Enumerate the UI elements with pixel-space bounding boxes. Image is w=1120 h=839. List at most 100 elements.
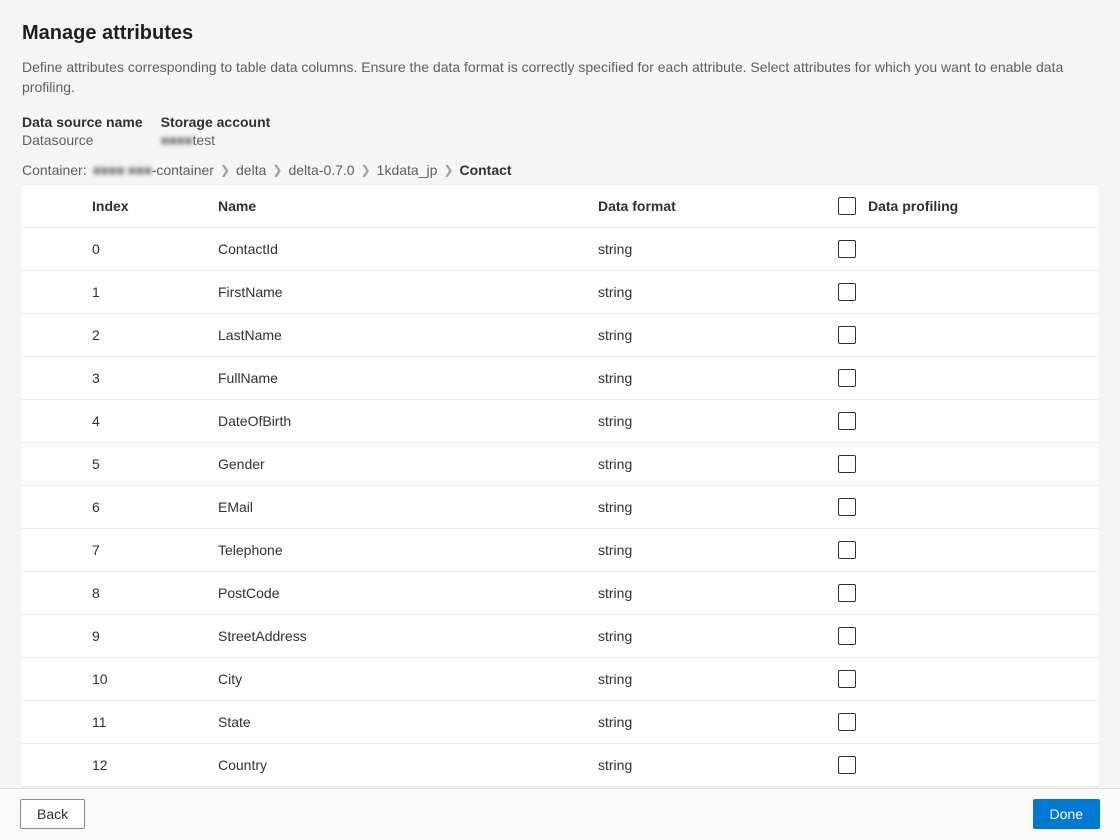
cell-index: 6 [34, 497, 214, 517]
cell-profiling [834, 625, 1086, 647]
table-row: 1FirstNamestring [22, 271, 1098, 314]
table-row: 3FullNamestring [22, 357, 1098, 400]
table-row: 8PostCodestring [22, 572, 1098, 615]
cell-profiling [834, 410, 1086, 432]
footer: Back Done [0, 788, 1120, 839]
breadcrumb-prefix: Container: [22, 162, 87, 178]
col-header-name: Name [214, 196, 594, 216]
table-row: 4DateOfBirthstring [22, 400, 1098, 443]
cell-profiling [834, 539, 1086, 561]
cell-index: 12 [34, 755, 214, 775]
datasource-name-value: Datasource [22, 132, 143, 148]
profiling-checkbox[interactable] [838, 756, 856, 774]
cell-format: string [594, 583, 834, 603]
cell-format: string [594, 325, 834, 345]
breadcrumb-dataset[interactable]: 1kdata_jp [377, 162, 438, 178]
cell-name: DateOfBirth [214, 411, 594, 431]
cell-index: 7 [34, 540, 214, 560]
cell-index: 8 [34, 583, 214, 603]
table-row: 12Countrystring [22, 744, 1098, 787]
cell-index: 9 [34, 626, 214, 646]
cell-format: string [594, 239, 834, 259]
cell-format: string [594, 540, 834, 560]
breadcrumb-container-redacted: ■■■■ ■■■ [93, 162, 152, 178]
cell-profiling [834, 668, 1086, 690]
profiling-checkbox[interactable] [838, 455, 856, 473]
cell-name: Telephone [214, 540, 594, 560]
cell-name: FirstName [214, 282, 594, 302]
select-all-checkbox[interactable] [838, 197, 856, 215]
table-row: 11Statestring [22, 701, 1098, 744]
cell-format: string [594, 282, 834, 302]
profiling-checkbox[interactable] [838, 240, 856, 258]
breadcrumb-container[interactable]: -container [152, 162, 214, 178]
cell-index: 10 [34, 669, 214, 689]
cell-format: string [594, 755, 834, 775]
cell-index: 11 [34, 712, 214, 732]
col-header-index: Index [34, 196, 214, 216]
storage-account-label: Storage account [161, 114, 271, 130]
datasource-name-label: Data source name [22, 114, 143, 130]
cell-index: 0 [34, 239, 214, 259]
cell-index: 3 [34, 368, 214, 388]
breadcrumb: Container: ■■■■ ■■■-container ❯ delta ❯ … [22, 162, 1098, 178]
cell-profiling [834, 238, 1086, 260]
chevron-right-icon: ❯ [361, 163, 371, 177]
profiling-checkbox[interactable] [838, 627, 856, 645]
storage-account-value: ■■■■test [161, 132, 271, 148]
profiling-checkbox[interactable] [838, 584, 856, 602]
back-button[interactable]: Back [20, 799, 85, 829]
cell-name: ContactId [214, 239, 594, 259]
cell-name: FullName [214, 368, 594, 388]
cell-format: string [594, 626, 834, 646]
cell-format: string [594, 411, 834, 431]
cell-name: PostCode [214, 583, 594, 603]
cell-index: 1 [34, 282, 214, 302]
profiling-checkbox[interactable] [838, 326, 856, 344]
col-header-profiling: Data profiling [834, 195, 1086, 217]
table-row: 5Genderstring [22, 443, 1098, 486]
chevron-right-icon: ❯ [220, 163, 230, 177]
cell-profiling [834, 453, 1086, 475]
col-header-format: Data format [594, 196, 834, 216]
cell-format: string [594, 368, 834, 388]
breadcrumb-delta-version[interactable]: delta-0.7.0 [288, 162, 354, 178]
profiling-checkbox[interactable] [838, 283, 856, 301]
cell-format: string [594, 669, 834, 689]
cell-name: StreetAddress [214, 626, 594, 646]
done-button[interactable]: Done [1033, 799, 1100, 829]
profiling-checkbox[interactable] [838, 412, 856, 430]
page-description: Define attributes corresponding to table… [22, 57, 1098, 98]
cell-name: LastName [214, 325, 594, 345]
cell-profiling [834, 281, 1086, 303]
table-row: 7Telephonestring [22, 529, 1098, 572]
storage-account-redacted: ■■■■ [161, 132, 193, 148]
breadcrumb-delta[interactable]: delta [236, 162, 266, 178]
storage-account-suffix: test [192, 132, 215, 148]
cell-name: Gender [214, 454, 594, 474]
cell-profiling [834, 367, 1086, 389]
profiling-checkbox[interactable] [838, 369, 856, 387]
table-row: 2LastNamestring [22, 314, 1098, 357]
profiling-checkbox[interactable] [838, 498, 856, 516]
cell-index: 4 [34, 411, 214, 431]
cell-profiling [834, 754, 1086, 776]
col-header-profiling-label: Data profiling [868, 198, 958, 214]
cell-profiling [834, 324, 1086, 346]
table-row: 6EMailstring [22, 486, 1098, 529]
table-row: 0ContactIdstring [22, 228, 1098, 271]
cell-profiling [834, 582, 1086, 604]
breadcrumb-current: Contact [459, 162, 511, 178]
table-row: 10Citystring [22, 658, 1098, 701]
profiling-checkbox[interactable] [838, 541, 856, 559]
cell-name: State [214, 712, 594, 732]
cell-format: string [594, 712, 834, 732]
table-header-row: Index Name Data format Data profiling [22, 185, 1098, 228]
cell-format: string [594, 497, 834, 517]
chevron-right-icon: ❯ [272, 163, 282, 177]
cell-name: EMail [214, 497, 594, 517]
cell-index: 5 [34, 454, 214, 474]
chevron-right-icon: ❯ [443, 163, 453, 177]
profiling-checkbox[interactable] [838, 670, 856, 688]
profiling-checkbox[interactable] [838, 713, 856, 731]
